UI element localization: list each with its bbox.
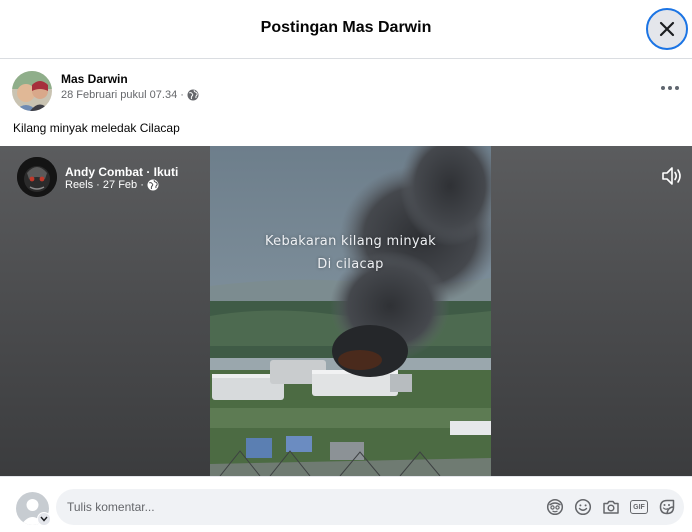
- post-caption: Kilang minyak meledak Cilacap: [13, 121, 180, 135]
- close-button[interactable]: [646, 8, 688, 50]
- emoji-icon: [574, 498, 592, 516]
- emoji-button[interactable]: [574, 498, 592, 516]
- gif-button[interactable]: GIF: [630, 498, 648, 516]
- post-header: Mas Darwin 28 Februari pukul 07.34 ·: [0, 60, 692, 120]
- account-switch-badge[interactable]: [37, 512, 51, 526]
- sticker-button[interactable]: [658, 498, 676, 516]
- video-overlay-line1: Kebakaran kilang minyak: [265, 234, 436, 249]
- globe-icon: [147, 179, 159, 191]
- reel-video[interactable]: Kebakaran kilang minyak Di cilacap Andy …: [0, 146, 692, 476]
- reel-date[interactable]: Reels · 27 Feb ·: [65, 179, 144, 191]
- more-options-button[interactable]: [656, 78, 684, 98]
- author-name[interactable]: Mas Darwin: [61, 72, 128, 86]
- author-avatar[interactable]: [12, 71, 52, 111]
- volume-button[interactable]: [660, 165, 684, 187]
- reel-author-avatar[interactable]: [17, 157, 57, 197]
- video-overlay-line2: Di cilacap: [317, 257, 384, 272]
- post-meta: 28 Februari pukul 07.34 ·: [61, 89, 199, 101]
- comment-input[interactable]: [67, 489, 537, 525]
- comment-input-wrapper[interactable]: GIF: [56, 489, 684, 525]
- gif-icon: GIF: [630, 500, 648, 514]
- chevron-down-icon: [40, 516, 48, 522]
- volume-icon: [662, 167, 681, 185]
- avatar-sticker-icon: [546, 498, 564, 516]
- sticker-icon: [659, 499, 675, 515]
- reel-meta: Reels · 27 Feb ·: [65, 179, 159, 191]
- camera-button[interactable]: [602, 498, 620, 516]
- comment-bar: GIF: [0, 476, 692, 532]
- camera-icon: [603, 500, 619, 514]
- dialog-header: Postingan Mas Darwin: [0, 0, 692, 59]
- globe-icon: [187, 89, 199, 101]
- reel-author-name[interactable]: Andy Combat · Ikuti: [65, 165, 178, 179]
- more-horizontal-icon: [661, 86, 665, 90]
- avatar-sticker-button[interactable]: [546, 498, 564, 516]
- post-date[interactable]: 28 Februari pukul 07.34 ·: [61, 89, 184, 101]
- video-frame[interactable]: Kebakaran kilang minyak Di cilacap: [210, 146, 491, 476]
- close-icon: [659, 21, 675, 37]
- dialog-title: Postingan Mas Darwin: [260, 19, 432, 36]
